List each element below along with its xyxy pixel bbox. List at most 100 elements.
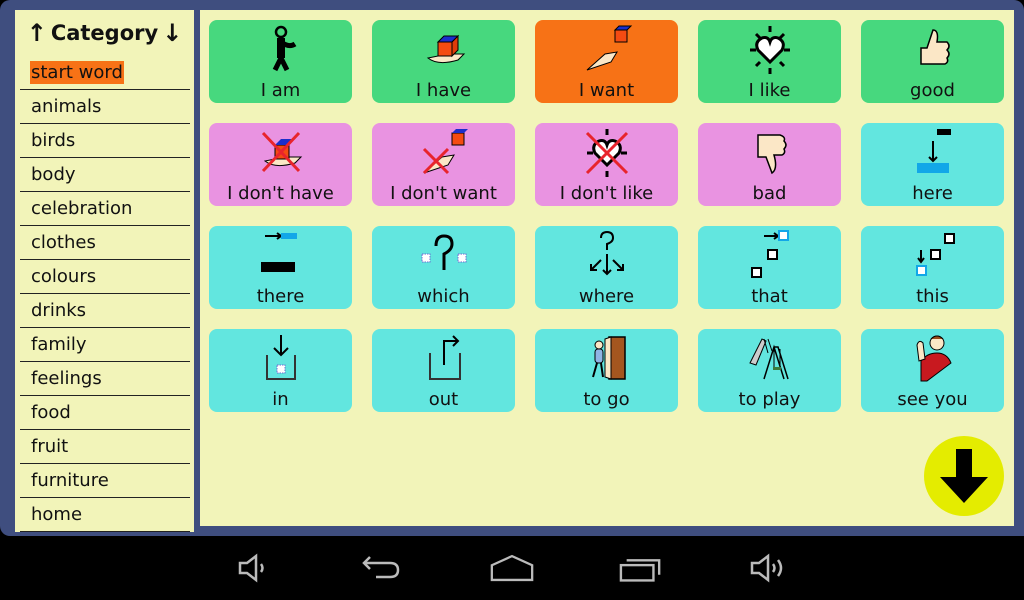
word-tile[interactable]: to go [535, 329, 678, 412]
category-item[interactable]: drinks [20, 294, 190, 328]
word-tile[interactable]: I am [209, 20, 352, 103]
volume-up-icon [750, 553, 783, 583]
word-tile-label: which [417, 286, 470, 307]
recent-apps-button[interactable] [619, 550, 663, 586]
arrow-to-far-spot-icon [209, 230, 352, 282]
word-tile[interactable]: see you [861, 329, 1004, 412]
arrow-out-of-box-icon [372, 333, 515, 385]
playground-slide-swing-icon [698, 333, 841, 385]
word-tile[interactable]: in [209, 329, 352, 412]
word-tile[interactable]: to play [698, 329, 841, 412]
word-tile[interactable]: here [861, 123, 1004, 206]
category-item[interactable]: animals [20, 90, 190, 124]
category-label: clothes [31, 232, 96, 253]
category-item[interactable]: body [20, 158, 190, 192]
category-label: furniture [31, 470, 109, 491]
category-label: food [31, 402, 71, 423]
next-page-button[interactable] [924, 436, 1004, 516]
android-navigation-bar [0, 536, 1024, 600]
category-item[interactable]: start word [20, 56, 190, 90]
word-tile-label: to play [738, 389, 801, 410]
scroll-down-arrow-icon[interactable]: ↓ [162, 19, 182, 47]
word-tile[interactable]: that [698, 226, 841, 309]
word-tile-label: I want [578, 80, 635, 101]
category-item[interactable]: birds [20, 124, 190, 158]
word-tile-label: I don't want [390, 183, 497, 204]
thumbs-up-icon [861, 24, 1004, 76]
word-tile[interactable]: I don't want [372, 123, 515, 206]
question-arrows-icon [535, 230, 678, 282]
word-tile-label: out [428, 389, 459, 410]
category-label: body [31, 164, 76, 185]
word-tile-label: I don't like [559, 183, 654, 204]
category-title: Category [50, 21, 159, 45]
word-tile[interactable]: I don't like [535, 123, 678, 206]
category-label: colours [31, 266, 97, 287]
heart-crossed-icon [535, 127, 678, 179]
home-icon [490, 554, 534, 582]
category-label: celebration [31, 198, 133, 219]
boxes-arrow-far-icon [698, 230, 841, 282]
category-label: drinks [31, 300, 87, 321]
word-tile[interactable]: I have [372, 20, 515, 103]
arrow-down-icon [940, 449, 988, 503]
word-tile-label: here [912, 183, 953, 204]
boxes-arrow-near-icon [861, 230, 1004, 282]
category-item[interactable]: colours [20, 260, 190, 294]
hand-reaching-crossed-icon [372, 127, 515, 179]
back-button[interactable] [360, 550, 404, 586]
category-item[interactable]: feelings [20, 362, 190, 396]
word-tile-label: that [751, 286, 788, 307]
scroll-up-arrow-icon[interactable]: ↑ [27, 19, 47, 47]
category-item[interactable]: fruit [20, 430, 190, 464]
word-tile[interactable]: I don't have [209, 123, 352, 206]
word-tile-label: I am [260, 80, 301, 101]
arrow-into-box-icon [209, 333, 352, 385]
category-header: ↑ Category ↓ [15, 10, 194, 56]
recent-apps-icon [619, 559, 661, 582]
arrow-down-to-spot-icon [861, 127, 1004, 179]
category-item[interactable]: celebration [20, 192, 190, 226]
category-item[interactable]: furniture [20, 464, 190, 498]
volume-down-icon [238, 553, 264, 583]
person-exiting-door-icon [535, 333, 678, 385]
category-label: birds [31, 130, 76, 151]
word-tile[interactable]: there [209, 226, 352, 309]
category-item[interactable]: clothes [20, 226, 190, 260]
category-item[interactable]: food [20, 396, 190, 430]
back-icon [362, 556, 400, 579]
word-tile-label: this [916, 286, 949, 307]
word-tile[interactable]: good [861, 20, 1004, 103]
hand-cube-crossed-icon [209, 127, 352, 179]
hand-holding-cube-icon [372, 24, 515, 76]
category-item[interactable]: home [20, 498, 190, 532]
word-tile-label: I like [748, 80, 791, 101]
word-tile-label: good [910, 80, 955, 101]
app-window: ↑ Category ↓ start word animals birds body c… [0, 0, 1024, 536]
word-tile-label: I have [415, 80, 472, 101]
category-item[interactable]: family [20, 328, 190, 362]
category-label: animals [31, 96, 102, 117]
category-label: home [31, 504, 83, 525]
category-list: start word animals birds body celebration clo… [20, 56, 190, 532]
home-button[interactable] [490, 550, 534, 586]
word-tile[interactable]: this [861, 226, 1004, 309]
word-tile-label: see you [897, 389, 968, 410]
word-tile[interactable]: bad [698, 123, 841, 206]
category-sidebar: ↑ Category ↓ start word animals birds body c… [15, 10, 194, 532]
word-tile[interactable]: where [535, 226, 678, 309]
question-between-boxes-icon [372, 230, 515, 282]
category-label: fruit [31, 436, 69, 457]
volume-up-button[interactable] [746, 550, 790, 586]
word-tile[interactable]: out [372, 329, 515, 412]
word-tile-label: where [578, 286, 635, 307]
category-label: family [31, 334, 87, 355]
word-tile[interactable]: which [372, 226, 515, 309]
word-tile[interactable]: I like [698, 20, 841, 103]
word-tile[interactable]: I want [535, 20, 678, 103]
category-label: start word [30, 61, 124, 84]
word-tile-label: in [272, 389, 289, 410]
volume-down-button[interactable] [232, 550, 276, 586]
person-waving-icon [861, 333, 1004, 385]
word-tile-label: bad [752, 183, 787, 204]
